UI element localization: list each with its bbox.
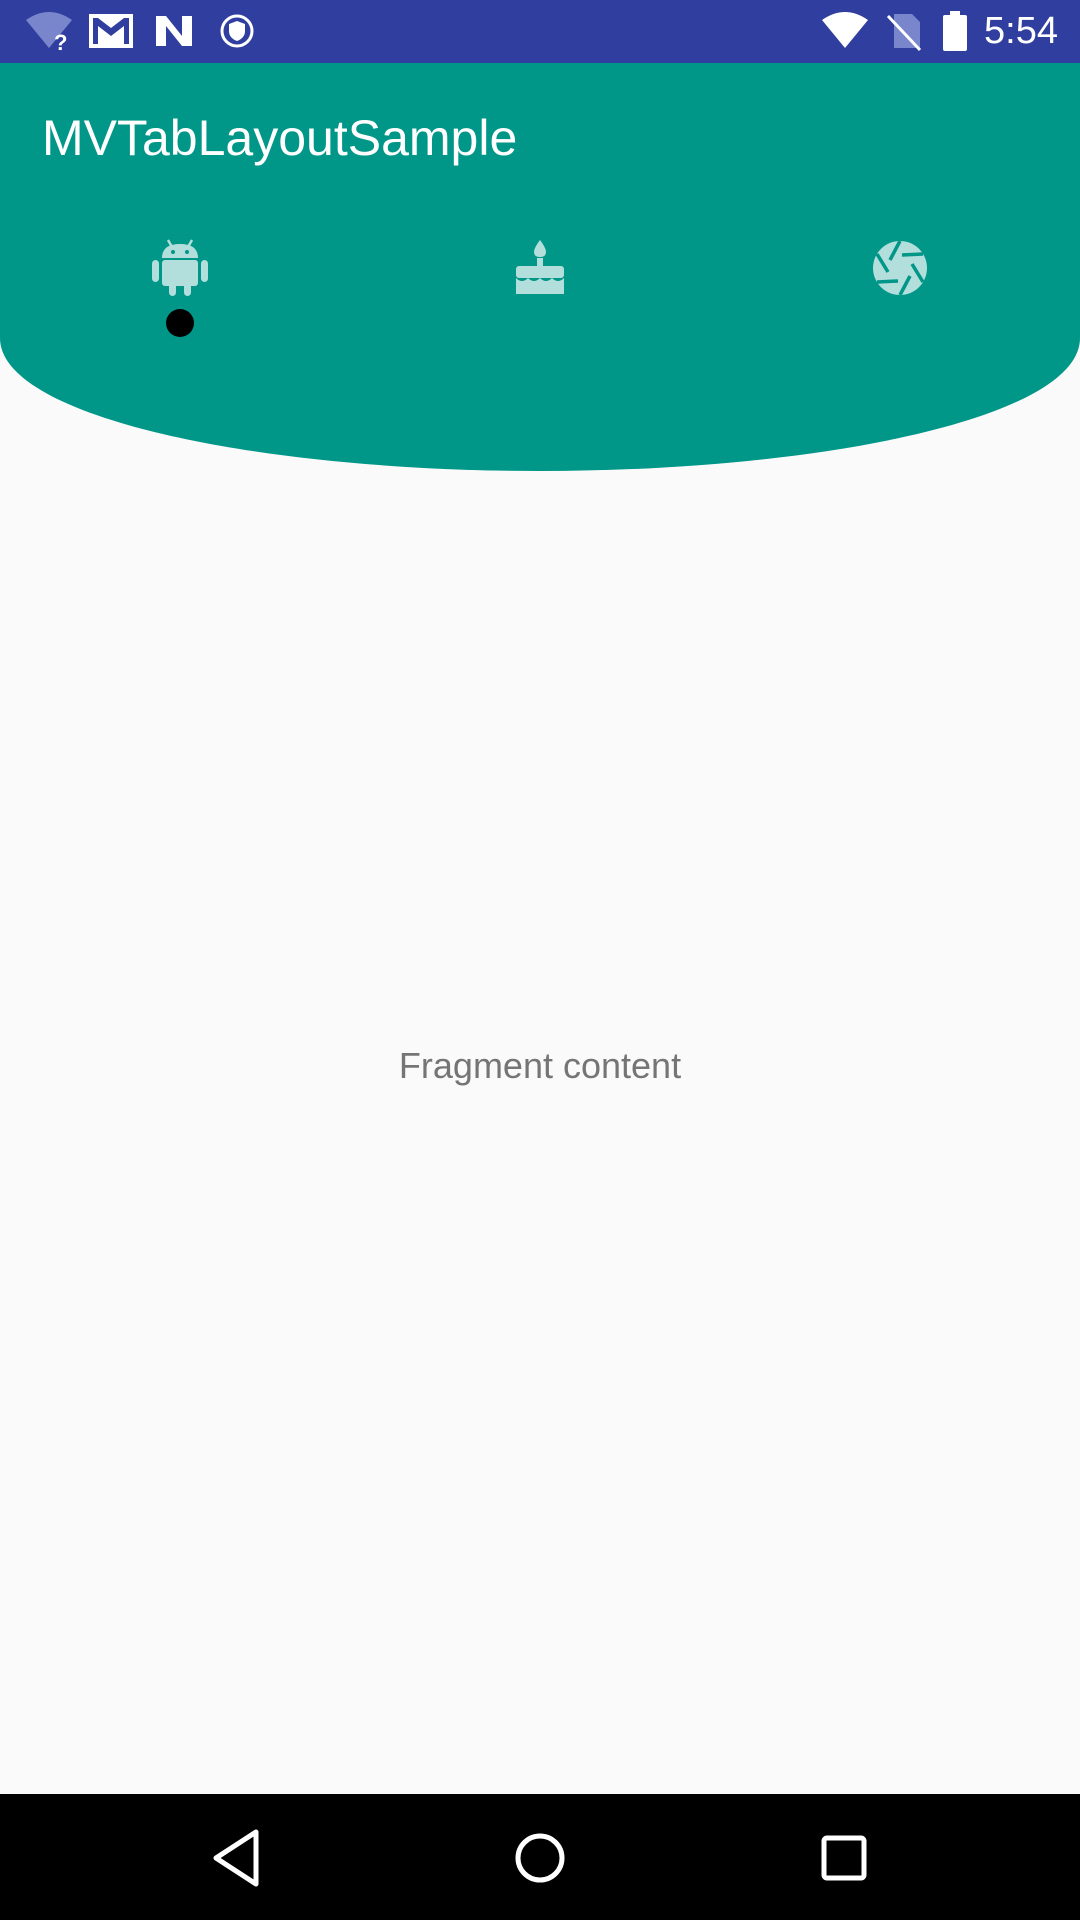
android-icon <box>150 238 210 298</box>
fragment-content-text: Fragment content <box>398 1045 682 1086</box>
home-button[interactable] <box>504 1822 576 1894</box>
back-icon <box>200 1822 272 1894</box>
camera-aperture-icon <box>870 238 930 298</box>
wifi-unknown-icon: ? <box>24 10 74 52</box>
tab-camera[interactable] <box>840 230 960 340</box>
recents-button[interactable] <box>808 1822 880 1894</box>
app-title: MVTabLayoutSample <box>42 110 518 166</box>
svg-text:?: ? <box>54 30 67 52</box>
shield-icon <box>220 10 254 52</box>
n-logo-icon <box>154 10 194 52</box>
status-time: 5:54 <box>984 10 1058 52</box>
tab-indicator-dot <box>166 309 194 337</box>
cake-icon <box>510 238 570 298</box>
no-signal-icon <box>886 10 922 52</box>
home-icon <box>504 1822 576 1894</box>
navigation-bar <box>0 1794 1080 1920</box>
screen: ? 5:54 MVTabLayoutSample Fragment conten… <box>0 0 1080 1920</box>
gmail-icon <box>88 10 134 52</box>
battery-icon <box>942 10 968 52</box>
status-bar: ? 5:54 <box>0 0 1080 63</box>
recents-icon <box>808 1822 880 1894</box>
back-button[interactable] <box>200 1822 272 1894</box>
tab-cake[interactable] <box>480 230 600 340</box>
wifi-icon <box>820 10 870 52</box>
